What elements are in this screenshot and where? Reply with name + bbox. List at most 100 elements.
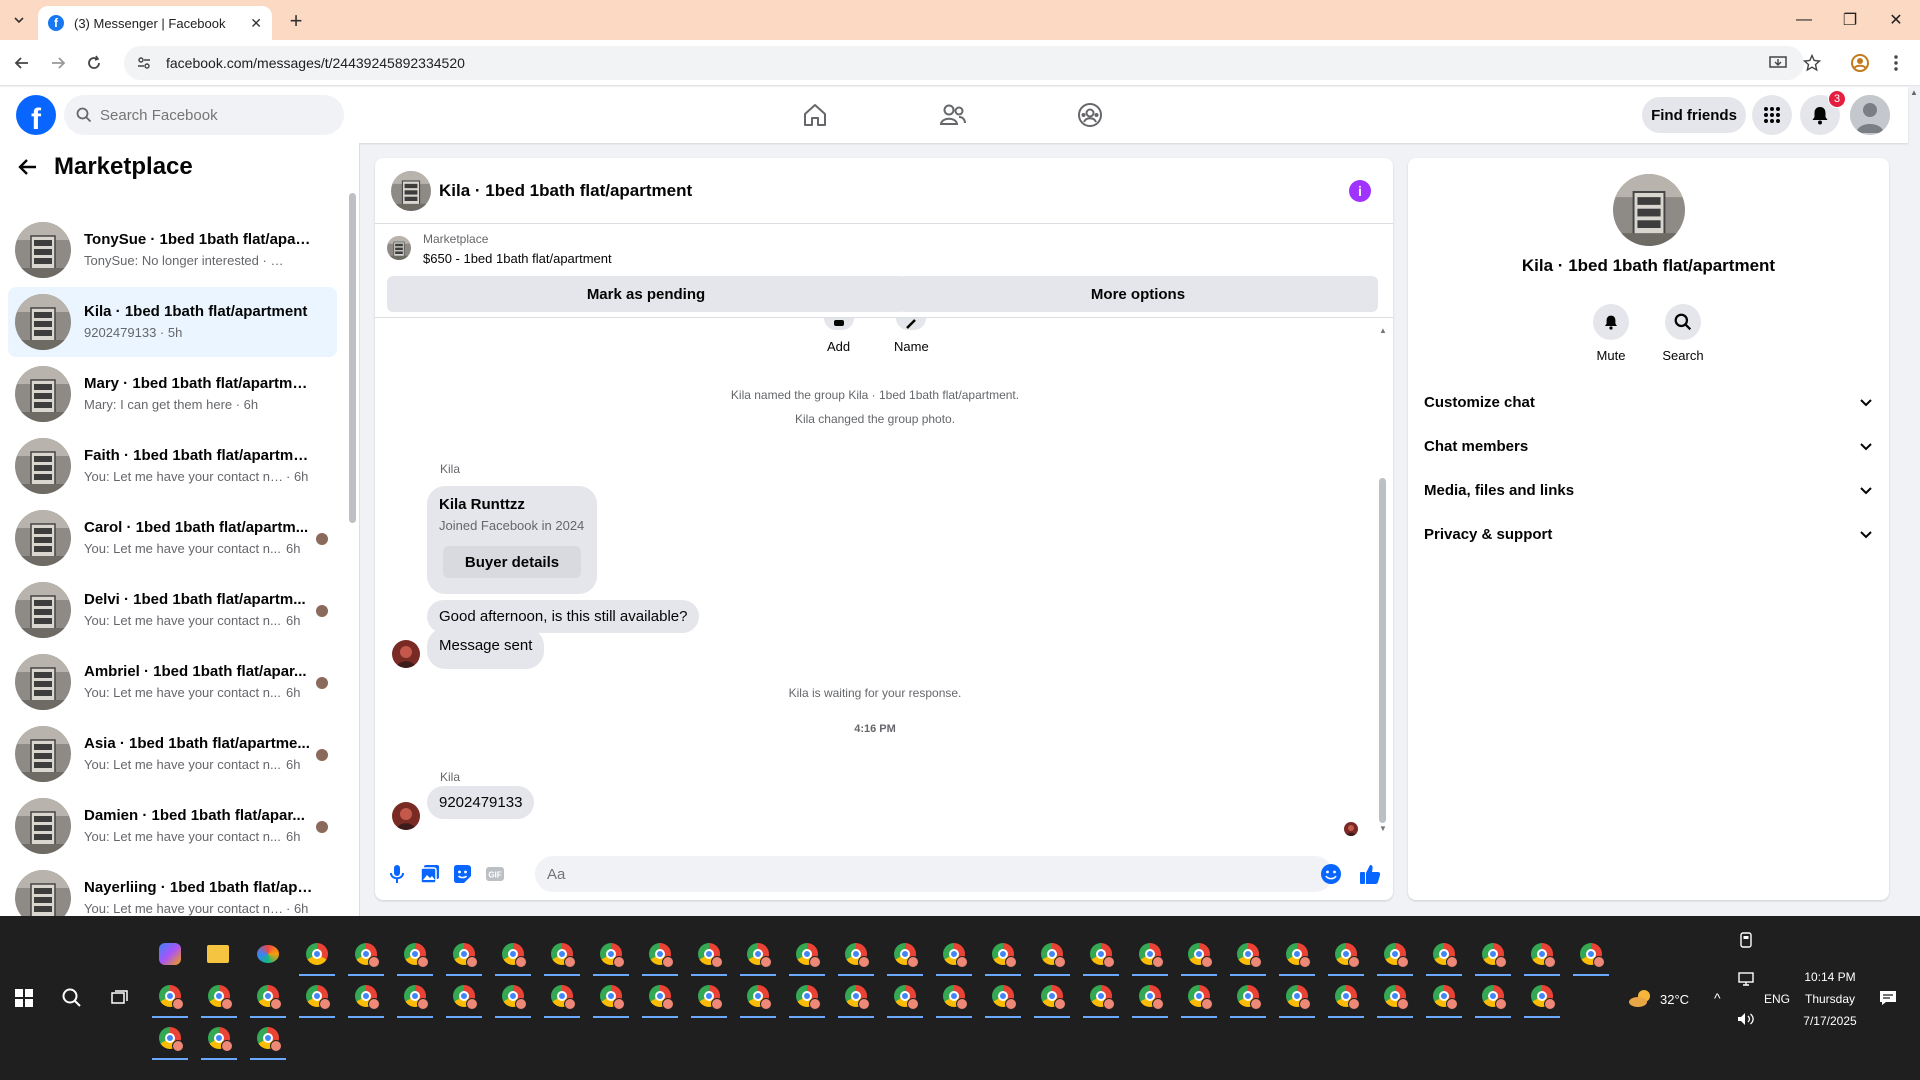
browser-tab-active[interactable]: f (3) Messenger | Facebook ✕ [38,6,272,40]
friends-nav[interactable] [898,93,1008,137]
conversation-item[interactable]: Kila · 1bed 1bath flat/apartment 92024791… [8,287,337,357]
chrome-icon[interactable] [1279,978,1315,1018]
conversation-item[interactable]: Delvi · 1bed 1bath flat/apartm... You: Le… [8,575,337,645]
like-button[interactable] [1358,862,1382,886]
chrome-icon[interactable] [495,936,531,976]
chrome-icon[interactable] [1181,978,1217,1018]
chrome-icon[interactable] [1132,936,1168,976]
menu-button[interactable] [1752,95,1792,135]
weather-icon[interactable] [1626,986,1656,1010]
notification-center-icon[interactable] [1876,986,1900,1010]
conversation-item[interactable]: Carol · 1bed 1bath flat/apartm... You: Le… [8,503,337,573]
sender-avatar[interactable] [392,802,420,830]
file-explorer-icon[interactable] [200,936,236,972]
chrome-icon[interactable] [1083,978,1119,1018]
language-indicator[interactable]: ENG [1764,992,1790,1006]
taskbar-search-button[interactable] [58,984,86,1012]
account-avatar[interactable] [1850,95,1890,135]
mute-action[interactable]: Mute [1581,304,1641,363]
more-options-button[interactable]: More options [898,276,1378,312]
attach-media-button[interactable] [418,862,442,886]
network-icon[interactable] [1734,968,1758,990]
chrome-icon[interactable] [201,1020,237,1060]
chrome-icon[interactable] [740,978,776,1018]
chrome-icon[interactable] [1230,936,1266,976]
media-files-links-row[interactable]: Media, files and links [1424,468,1873,512]
chrome-icon[interactable] [1279,936,1315,976]
chrome-icon[interactable] [152,1020,188,1060]
chrome-icon[interactable] [691,936,727,976]
name-group-action[interactable] [896,318,926,330]
chrome-icon[interactable] [1475,936,1511,976]
chrome-icon[interactable] [1377,936,1413,976]
restore-button[interactable]: ❐ [1830,6,1870,34]
tray-overflow-chevron-icon[interactable]: ^ [1714,990,1721,1006]
chrome-icon[interactable] [936,936,972,976]
chrome-icon[interactable] [985,978,1021,1018]
conversation-item[interactable]: Mary · 1bed 1bath flat/apartment Mary: I … [8,359,337,429]
install-app-icon[interactable] [1766,52,1790,74]
facebook-search-input[interactable] [100,106,300,124]
buyer-details-button[interactable]: Buyer details [443,546,581,578]
message-bubble[interactable]: 9202479133 [427,786,535,819]
chrome-icon[interactable] [1034,936,1070,976]
add-member-action[interactable] [824,318,854,330]
chrome-icon[interactable] [985,936,1021,976]
chrome-icon[interactable] [593,978,629,1018]
find-friends-button[interactable]: Find friends [1642,97,1746,133]
chrome-icon[interactable] [593,936,629,976]
chrome-icon[interactable] [1524,978,1560,1018]
message-bubble[interactable]: Message sent [427,628,545,669]
chrome-icon[interactable] [691,978,727,1018]
customize-chat-row[interactable]: Customize chat [1424,380,1873,424]
conversation-item[interactable]: Faith · 1bed 1bath flat/apartment You: Le… [8,431,337,501]
chrome-icon[interactable] [201,978,237,1018]
chrome-icon[interactable] [1034,978,1070,1018]
sidebar-scrollbar[interactable] [349,193,356,523]
page-scroll-up-arrow[interactable]: ▲ [1908,88,1920,100]
clock-date[interactable]: 7/17/2025 [1800,1014,1860,1028]
clock-day[interactable]: Thursday [1800,992,1860,1006]
chrome-icon[interactable] [495,978,531,1018]
task-view-button[interactable] [106,984,134,1012]
chrome-icon[interactable] [1426,936,1462,976]
chrome-icon[interactable] [1083,936,1119,976]
chrome-icon[interactable] [1181,936,1217,976]
chrome-icon[interactable] [1132,978,1168,1018]
sticker-button[interactable] [450,862,474,886]
address-bar[interactable]: facebook.com/messages/t/2443924589233452… [124,46,1804,80]
new-tab-button[interactable]: + [282,8,310,34]
chrome-icon[interactable] [887,978,923,1018]
chat-listing-photo[interactable] [391,171,431,211]
back-button[interactable] [8,50,36,76]
chrome-icon[interactable] [299,978,335,1018]
chat-title[interactable]: Kila · 1bed 1bath flat/apartment [439,181,692,201]
back-arrow-icon[interactable] [18,157,38,177]
chrome-icon[interactable] [642,936,678,976]
chrome-icon[interactable] [250,978,286,1018]
chrome-icon[interactable] [397,936,433,976]
chrome-icon[interactable] [299,936,335,976]
start-button[interactable] [10,984,38,1012]
conversation-item[interactable]: Asia · 1bed 1bath flat/apartme... You: Le… [8,719,337,789]
chrome-icon[interactable] [397,978,433,1018]
chrome-icon[interactable] [887,936,923,976]
chrome-icon[interactable] [544,978,580,1018]
chrome-icon[interactable] [789,936,825,976]
chrome-icon[interactable] [1573,936,1609,976]
home-nav[interactable] [760,93,870,137]
facebook-search-box[interactable] [64,95,344,135]
forward-button[interactable] [44,50,72,76]
chrome-icon[interactable] [1426,978,1462,1018]
chrome-icon[interactable] [544,936,580,976]
chrome-icon[interactable] [348,978,384,1018]
chat-scroll-down-arrow[interactable]: ▼ [1379,824,1387,833]
tab-search-button[interactable] [6,8,32,32]
chrome-icon[interactable] [838,978,874,1018]
chat-group-photo[interactable] [1613,174,1685,246]
paint-icon[interactable] [250,936,286,972]
gif-button[interactable]: GIF [483,862,507,886]
clock-time[interactable]: 10:14 PM [1800,970,1860,984]
close-window-button[interactable]: ✕ [1876,6,1916,34]
chrome-icon[interactable] [1377,978,1413,1018]
